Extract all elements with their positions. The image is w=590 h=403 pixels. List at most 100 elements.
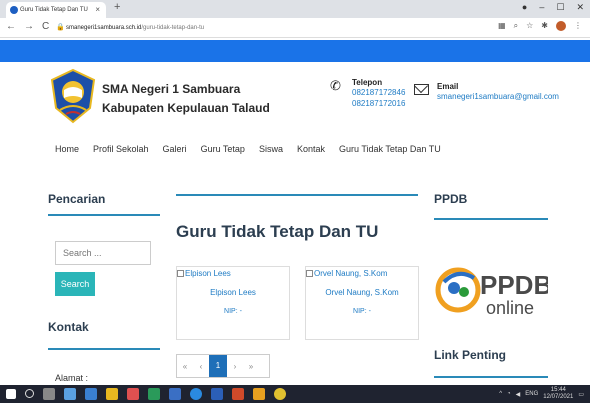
windows-start-icon[interactable] — [6, 389, 16, 399]
task-view-icon[interactable] — [43, 388, 55, 400]
tray-chevron-icon[interactable]: ^ — [499, 391, 502, 397]
lock-icon: 🔒 — [56, 24, 65, 31]
main-nav: Home Profil Sekolah Galeri Guru Tetap Si… — [55, 144, 441, 154]
new-tab-button[interactable]: + — [114, 1, 120, 13]
language-indicator[interactable]: ENG — [525, 391, 538, 397]
back-icon[interactable]: ← — [6, 21, 16, 32]
browser-profile-icon[interactable]: ● — [522, 2, 527, 13]
nav-item-kontak[interactable]: Kontak — [297, 144, 325, 154]
notification-icon[interactable]: ▭ — [578, 391, 584, 398]
nav-item-siswa[interactable]: Siswa — [259, 144, 283, 154]
minimize-button[interactable]: – — [539, 2, 544, 13]
forward-icon[interactable]: → — [24, 21, 34, 32]
store-icon[interactable] — [64, 388, 76, 400]
ppdb-online-logo[interactable]: PPDB online — [434, 252, 548, 324]
staff-photo[interactable]: Elpison Lees — [177, 269, 231, 278]
app-icon[interactable] — [127, 388, 139, 400]
phone-number-2[interactable]: 082187172016 — [352, 98, 405, 109]
page-prev-button[interactable]: ‹ — [193, 362, 209, 371]
phone-icon: ✆ — [330, 78, 341, 93]
nav-item-profil-sekolah[interactable]: Profil Sekolah — [93, 144, 149, 154]
search-button[interactable]: Search — [55, 272, 95, 296]
staff-photo-alt: Orvel Naung, S.Kom — [314, 269, 388, 278]
extensions-icon[interactable]: ✱ — [541, 21, 548, 31]
ppdb-widget-title: PPDB — [434, 192, 468, 206]
search-input[interactable] — [55, 241, 151, 265]
edge-icon[interactable] — [190, 388, 202, 400]
nav-item-galeri[interactable]: Galeri — [163, 144, 187, 154]
app-icon[interactable] — [148, 388, 160, 400]
volume-icon[interactable]: ◀ — [516, 391, 521, 398]
divider — [48, 214, 160, 216]
school-name[interactable]: SMA Negeri 1 Sambuara — [102, 80, 270, 99]
right-sidebar: PPDB — [434, 192, 548, 220]
tab-close-icon[interactable]: × — [95, 2, 100, 18]
staff-nip: NIP: - — [353, 308, 371, 315]
reload-icon[interactable]: C — [42, 21, 49, 32]
phone-label: Telepon — [352, 78, 383, 87]
phone-number-1[interactable]: 082187172846 — [352, 87, 405, 98]
wifi-icon[interactable]: ◔ — [507, 391, 511, 397]
ppdb-logo-text: PPDB — [480, 270, 548, 300]
app-icon[interactable] — [169, 388, 181, 400]
bookmark-star-icon[interactable]: ☆ — [526, 21, 533, 31]
mail-icon — [414, 84, 429, 95]
nav-item-guru-tidak-tetap[interactable]: Guru Tidak Tetap Dan TU — [339, 144, 441, 154]
avatar[interactable] — [556, 21, 566, 31]
page-first-button[interactable]: « — [177, 362, 193, 371]
address-bar: ← → C 🔒 smanegeri1sambuara.sch.id/guru-t… — [0, 18, 590, 38]
browser-tab-bar: Guru Tidak Tetap Dan TU × + ● – ☐ ✕ — [0, 0, 590, 18]
page-next-button[interactable]: › — [227, 362, 243, 371]
page-current-button[interactable]: 1 — [209, 355, 227, 377]
word-icon[interactable] — [211, 388, 223, 400]
page-last-button[interactable]: » — [243, 362, 259, 371]
url-path: /guru-tidak-tetap-dan-tu — [141, 25, 205, 31]
zoom-icon[interactable]: ⌕ — [514, 21, 518, 31]
url-host: smanegeri1sambuara.sch.id — [66, 25, 142, 31]
tab-title: Guru Tidak Tetap Dan TU — [20, 7, 88, 13]
explorer-icon[interactable] — [106, 388, 118, 400]
nav-item-guru-tetap[interactable]: Guru Tetap — [201, 144, 245, 154]
menu-icon[interactable]: ⋮ — [574, 21, 582, 31]
staff-photo-alt: Elpison Lees — [185, 269, 231, 278]
ppdb-logo-subtext: online — [486, 298, 534, 318]
search-widget-title: Pencarian — [48, 192, 106, 206]
chrome-icon[interactable] — [274, 388, 286, 400]
staff-nip: NIP: - — [224, 308, 242, 315]
site-header: SMA Negeri 1 Sambuara Kabupaten Kepulaua… — [0, 62, 590, 134]
divider — [48, 348, 160, 350]
search-icon[interactable] — [25, 389, 34, 398]
page-title: Guru Tidak Tetap Dan TU — [176, 222, 379, 241]
staff-card: Orvel Naung, S.Kom Orvel Naung, S.Kom NI… — [305, 266, 419, 340]
nav-item-home[interactable]: Home — [55, 144, 79, 154]
top-accent-bar — [0, 40, 590, 62]
maximize-button[interactable]: ☐ — [556, 2, 564, 13]
school-logo-icon[interactable] — [48, 68, 98, 124]
browser-tab[interactable]: Guru Tidak Tetap Dan TU × — [6, 2, 106, 18]
phone-contact: Telepon 082187172846 082187172016 — [352, 78, 405, 109]
left-sidebar: Pencarian — [48, 192, 160, 216]
clock-date: 12/07/2021 — [543, 394, 574, 400]
close-window-button[interactable]: ✕ — [576, 2, 584, 13]
favicon-icon — [10, 6, 18, 14]
school-region[interactable]: Kabupaten Kepulauan Talaud — [102, 99, 270, 118]
broken-image-icon — [306, 270, 313, 277]
link-penting-title: Link Penting — [434, 348, 506, 362]
alamat-label: Alamat : — [55, 373, 89, 383]
email-contact: Email smanegeri1sambuara@gmail.com — [437, 82, 559, 102]
app-icon[interactable] — [253, 388, 265, 400]
staff-photo[interactable]: Orvel Naung, S.Kom — [306, 269, 387, 278]
url-field[interactable]: 🔒 smanegeri1sambuara.sch.id/guru-tidak-t… — [56, 21, 496, 35]
mail-app-icon[interactable] — [85, 388, 97, 400]
divider — [434, 218, 548, 220]
translate-icon[interactable]: ▦ — [498, 21, 506, 31]
email-address[interactable]: smanegeri1sambuara@gmail.com — [437, 91, 559, 102]
staff-name[interactable]: Elpison Lees — [177, 288, 289, 297]
divider — [434, 376, 548, 378]
divider — [176, 194, 418, 196]
clock-time: 15:44 — [550, 387, 566, 393]
email-label: Email — [437, 82, 459, 91]
staff-name[interactable]: Orvel Naung, S.Kom — [306, 288, 418, 297]
clock[interactable]: 15:44 12/07/2021 — [543, 387, 573, 401]
powerpoint-icon[interactable] — [232, 388, 244, 400]
